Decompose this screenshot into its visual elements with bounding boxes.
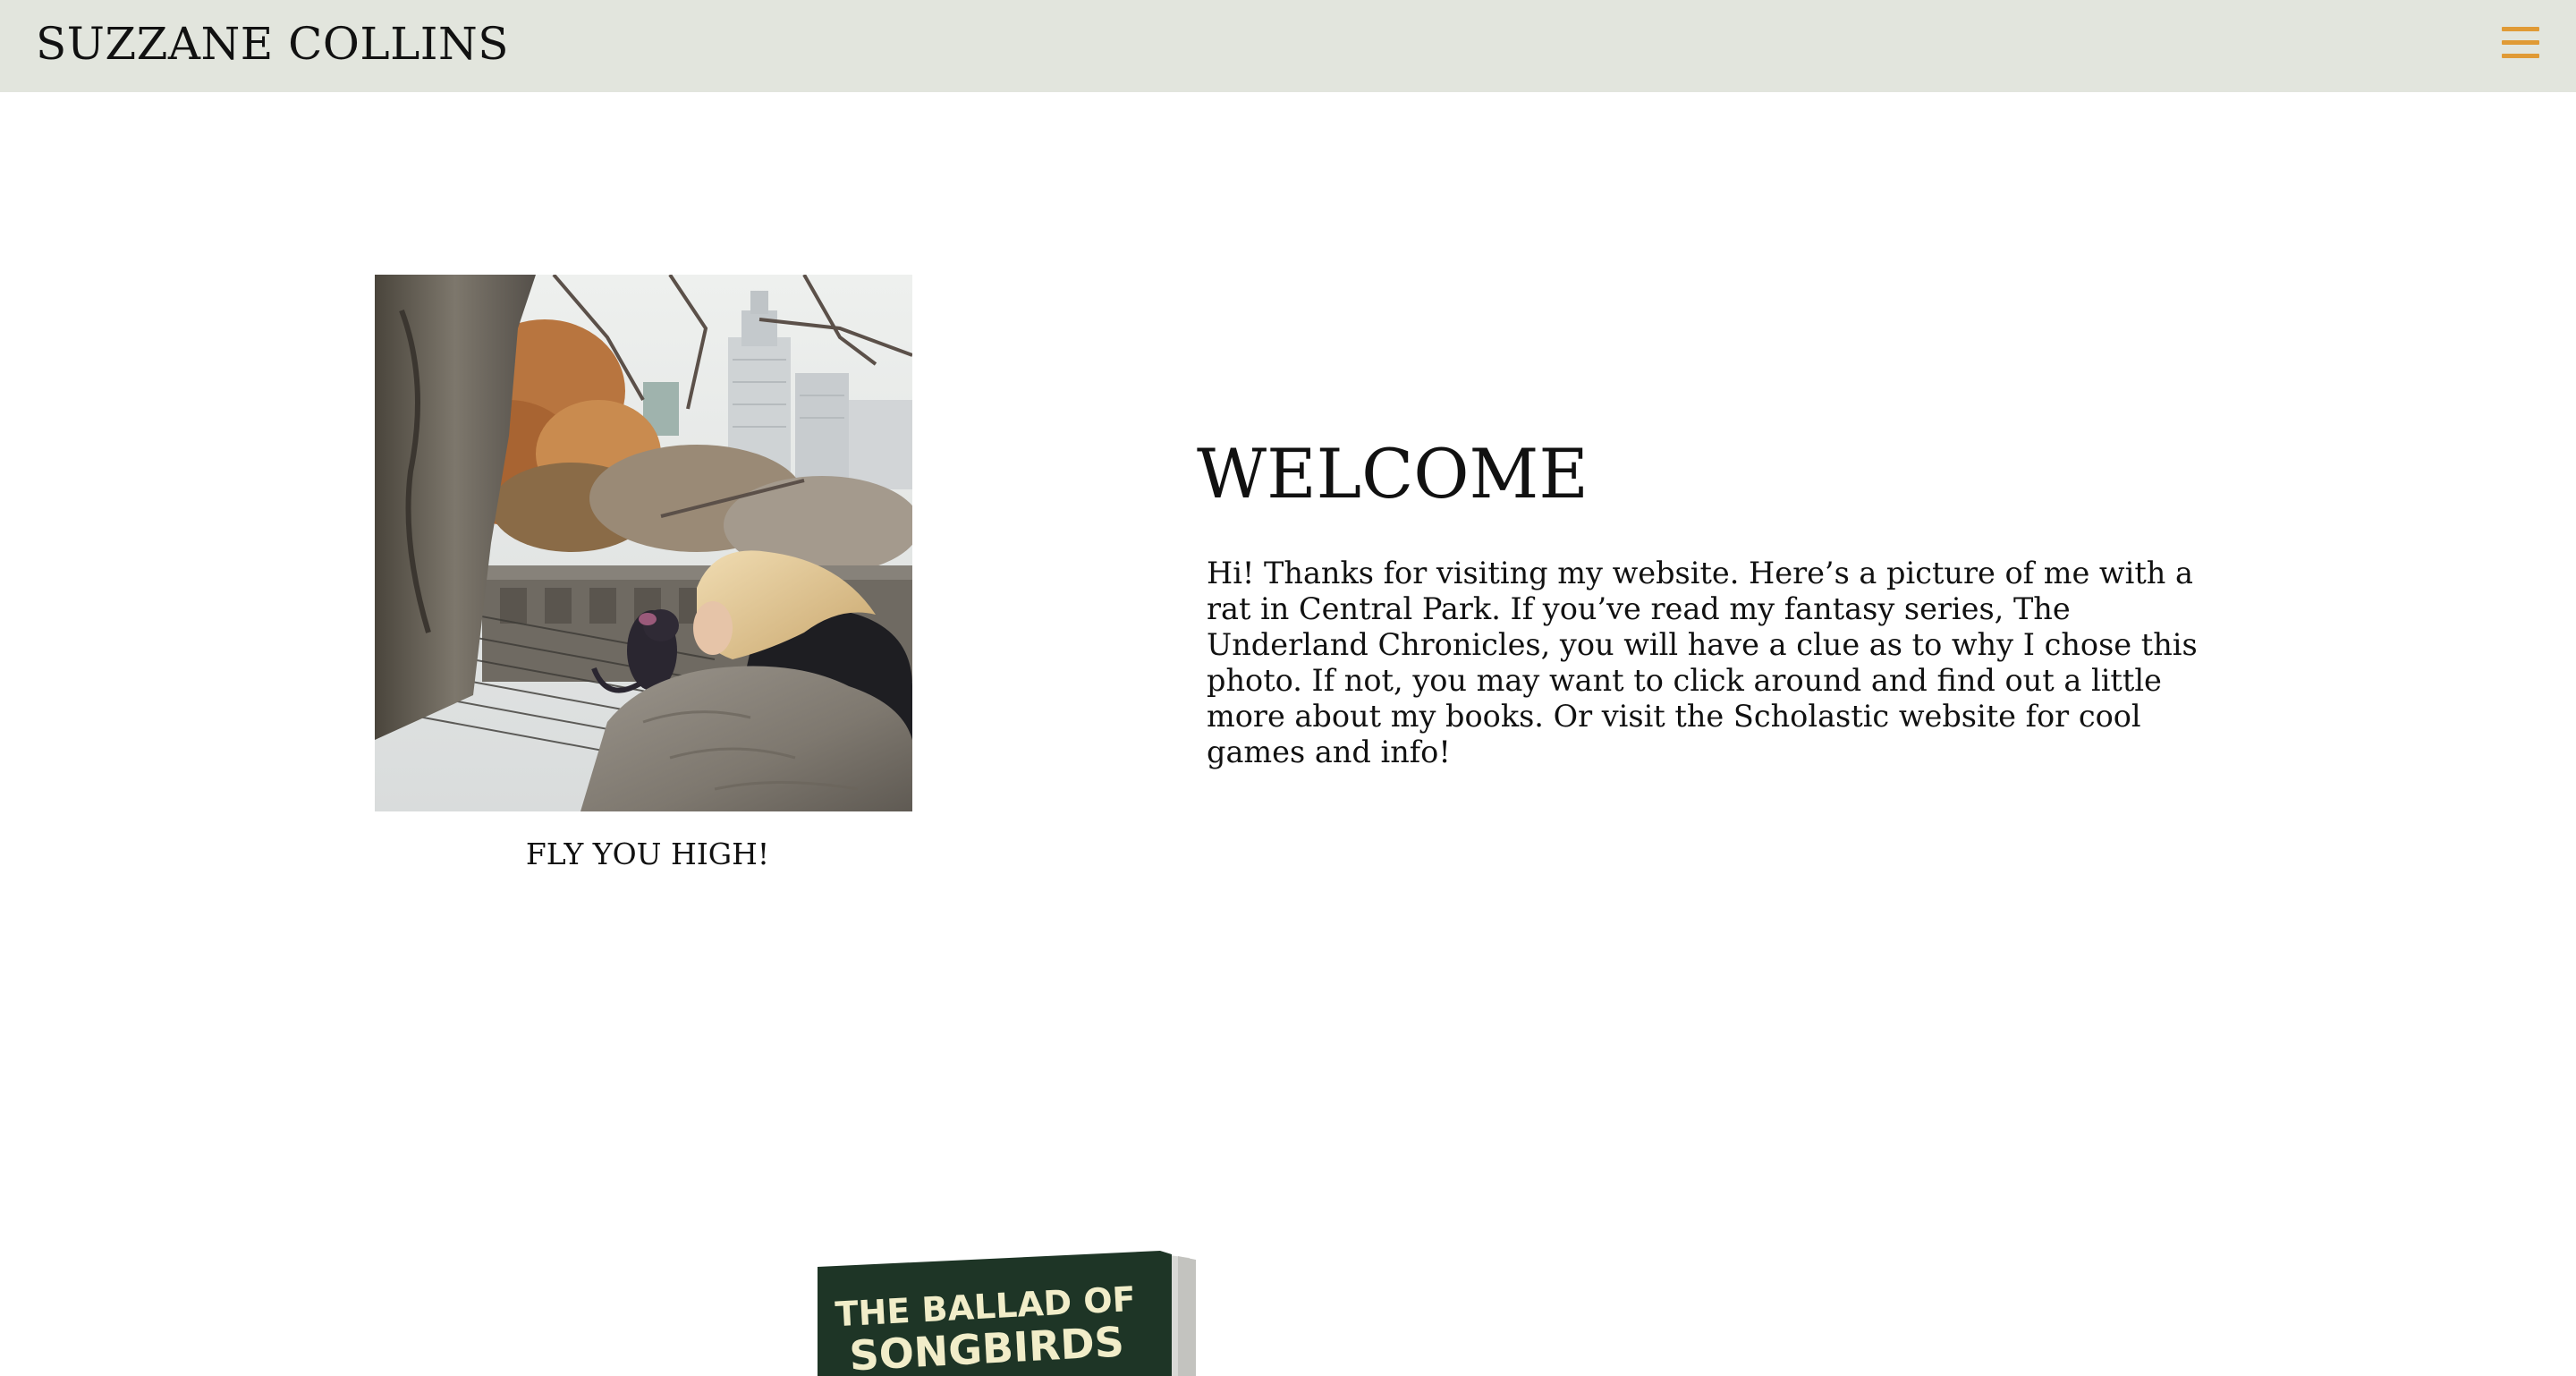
menu-bar bbox=[2502, 54, 2539, 58]
welcome-paragraph: Hi! Thanks for visiting my website. Here… bbox=[1207, 556, 2198, 769]
hamburger-menu-icon[interactable] bbox=[2499, 21, 2542, 64]
featured-book-cover[interactable]: THE BALLAD OF SONGBIRDS bbox=[816, 1251, 1196, 1376]
menu-bar bbox=[2502, 27, 2539, 31]
menu-bar bbox=[2502, 40, 2539, 45]
welcome-heading: WELCOME bbox=[1197, 434, 1589, 514]
photo-caption: FLY YOU HIGH! bbox=[525, 837, 770, 871]
author-photo bbox=[375, 275, 912, 811]
site-title[interactable]: SUZZANE COLLINS bbox=[36, 14, 509, 73]
site-header: SUZZANE COLLINS bbox=[0, 0, 2576, 92]
